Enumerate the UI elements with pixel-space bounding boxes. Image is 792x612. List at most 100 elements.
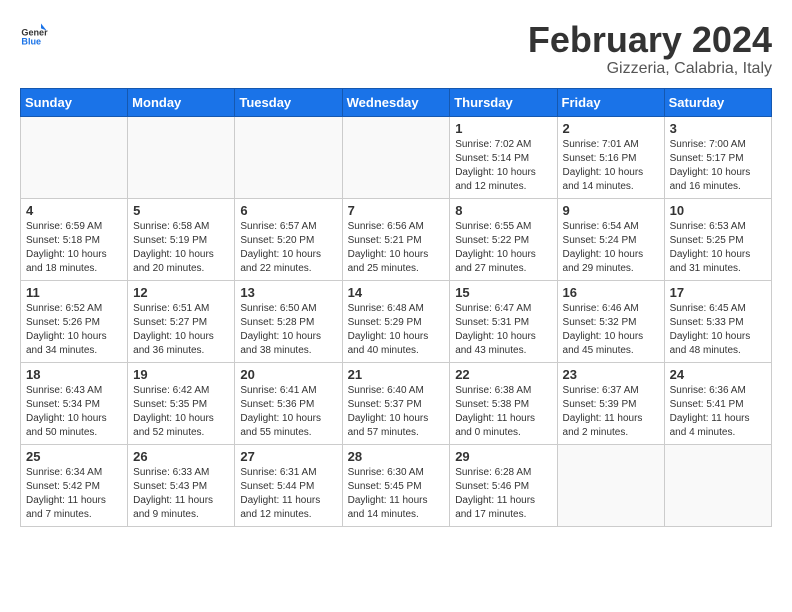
day-number: 20 bbox=[240, 367, 336, 382]
svg-text:Blue: Blue bbox=[21, 37, 41, 47]
day-number: 24 bbox=[670, 367, 766, 382]
day-info: Sunrise: 6:51 AMSunset: 5:27 PMDaylight:… bbox=[133, 302, 229, 358]
col-monday: Monday bbox=[128, 88, 235, 116]
main-title: February 2024 bbox=[528, 20, 772, 60]
day-info: Sunrise: 7:01 AMSunset: 5:16 PMDaylight:… bbox=[563, 138, 659, 194]
day-number: 14 bbox=[348, 285, 445, 300]
day-info: Sunrise: 6:57 AMSunset: 5:20 PMDaylight:… bbox=[240, 220, 336, 276]
day-number: 29 bbox=[455, 449, 551, 464]
table-cell: 16 Sunrise: 6:46 AMSunset: 5:32 PMDayligh… bbox=[557, 280, 664, 362]
day-info: Sunrise: 6:53 AMSunset: 5:25 PMDaylight:… bbox=[670, 220, 766, 276]
calendar-week-2: 4Sunrise: 6:59 AMSunset: 5:18 PMDaylight… bbox=[21, 198, 772, 280]
day-number: 23 bbox=[563, 367, 659, 382]
table-cell: 21 Sunrise: 6:40 AMSunset: 5:37 PMDayligh… bbox=[342, 362, 450, 444]
day-number: 11 bbox=[26, 285, 122, 300]
day-info: Sunrise: 6:37 AMSunset: 5:39 PMDaylight:… bbox=[563, 384, 659, 440]
table-cell bbox=[557, 444, 664, 526]
day-number: 22 bbox=[455, 367, 551, 382]
table-cell: 25 Sunrise: 6:34 AMSunset: 5:42 PMDayligh… bbox=[21, 444, 128, 526]
table-cell: 2 Sunrise: 7:01 AMSunset: 5:16 PMDaylight… bbox=[557, 116, 664, 198]
table-cell bbox=[128, 116, 235, 198]
day-info: Sunrise: 6:50 AMSunset: 5:28 PMDaylight:… bbox=[240, 302, 336, 358]
table-cell: 20 Sunrise: 6:41 AMSunset: 5:36 PMDayligh… bbox=[235, 362, 342, 444]
table-cell bbox=[235, 116, 342, 198]
calendar-header-row: Sunday Monday Tuesday Wednesday Thursday… bbox=[21, 88, 772, 116]
col-wednesday: Wednesday bbox=[342, 88, 450, 116]
day-number: 27 bbox=[240, 449, 336, 464]
day-info: Sunrise: 6:38 AMSunset: 5:38 PMDaylight:… bbox=[455, 384, 551, 440]
day-info: Sunrise: 6:56 AMSunset: 5:21 PMDaylight:… bbox=[348, 220, 445, 276]
table-cell: 4Sunrise: 6:59 AMSunset: 5:18 PMDaylight… bbox=[21, 198, 128, 280]
day-number: 5 bbox=[133, 203, 229, 218]
day-info: Sunrise: 6:46 AMSunset: 5:32 PMDaylight:… bbox=[563, 302, 659, 358]
day-info: Sunrise: 6:34 AMSunset: 5:42 PMDaylight:… bbox=[26, 466, 122, 522]
table-cell: 5 Sunrise: 6:58 AMSunset: 5:19 PMDaylight… bbox=[128, 198, 235, 280]
day-number: 25 bbox=[26, 449, 122, 464]
day-info: Sunrise: 6:43 AMSunset: 5:34 PMDaylight:… bbox=[26, 384, 122, 440]
table-cell: 8Sunrise: 6:55 AMSunset: 5:22 PMDaylight… bbox=[450, 198, 557, 280]
table-cell: 22 Sunrise: 6:38 AMSunset: 5:38 PMDayligh… bbox=[450, 362, 557, 444]
day-number: 26 bbox=[133, 449, 229, 464]
logo-icon: General Blue bbox=[20, 20, 48, 48]
table-cell: 23 Sunrise: 6:37 AMSunset: 5:39 PMDayligh… bbox=[557, 362, 664, 444]
day-number: 13 bbox=[240, 285, 336, 300]
calendar-week-5: 25 Sunrise: 6:34 AMSunset: 5:42 PMDayligh… bbox=[21, 444, 772, 526]
table-cell: 9 Sunrise: 6:54 AMSunset: 5:24 PMDaylight… bbox=[557, 198, 664, 280]
day-number: 6 bbox=[240, 203, 336, 218]
table-cell: 12 Sunrise: 6:51 AMSunset: 5:27 PMDayligh… bbox=[128, 280, 235, 362]
table-cell: 18 Sunrise: 6:43 AMSunset: 5:34 PMDayligh… bbox=[21, 362, 128, 444]
calendar-table: Sunday Monday Tuesday Wednesday Thursday… bbox=[20, 88, 772, 527]
col-saturday: Saturday bbox=[664, 88, 771, 116]
day-info: Sunrise: 6:52 AMSunset: 5:26 PMDaylight:… bbox=[26, 302, 122, 358]
table-cell: 14 Sunrise: 6:48 AMSunset: 5:29 PMDayligh… bbox=[342, 280, 450, 362]
day-number: 8 bbox=[455, 203, 551, 218]
day-number: 15 bbox=[455, 285, 551, 300]
day-info: Sunrise: 7:02 AMSunset: 5:14 PMDaylight:… bbox=[455, 138, 551, 194]
day-number: 3 bbox=[670, 121, 766, 136]
day-info: Sunrise: 6:54 AMSunset: 5:24 PMDaylight:… bbox=[563, 220, 659, 276]
day-number: 9 bbox=[563, 203, 659, 218]
day-number: 21 bbox=[348, 367, 445, 382]
day-number: 18 bbox=[26, 367, 122, 382]
table-cell: 3 Sunrise: 7:00 AMSunset: 5:17 PMDaylight… bbox=[664, 116, 771, 198]
table-cell: 29 Sunrise: 6:28 AMSunset: 5:46 PMDayligh… bbox=[450, 444, 557, 526]
day-info: Sunrise: 6:33 AMSunset: 5:43 PMDaylight:… bbox=[133, 466, 229, 522]
day-info: Sunrise: 6:45 AMSunset: 5:33 PMDaylight:… bbox=[670, 302, 766, 358]
table-cell: 6 Sunrise: 6:57 AMSunset: 5:20 PMDaylight… bbox=[235, 198, 342, 280]
table-cell: 17 Sunrise: 6:45 AMSunset: 5:33 PMDayligh… bbox=[664, 280, 771, 362]
day-info: Sunrise: 6:28 AMSunset: 5:46 PMDaylight:… bbox=[455, 466, 551, 522]
day-info: Sunrise: 6:40 AMSunset: 5:37 PMDaylight:… bbox=[348, 384, 445, 440]
col-sunday: Sunday bbox=[21, 88, 128, 116]
table-cell: 7 Sunrise: 6:56 AMSunset: 5:21 PMDaylight… bbox=[342, 198, 450, 280]
day-number: 10 bbox=[670, 203, 766, 218]
table-cell: 1 Sunrise: 7:02 AMSunset: 5:14 PMDaylight… bbox=[450, 116, 557, 198]
calendar-week-4: 18 Sunrise: 6:43 AMSunset: 5:34 PMDayligh… bbox=[21, 362, 772, 444]
calendar-week-1: 1 Sunrise: 7:02 AMSunset: 5:14 PMDaylight… bbox=[21, 116, 772, 198]
col-thursday: Thursday bbox=[450, 88, 557, 116]
day-number: 7 bbox=[348, 203, 445, 218]
day-info: Sunrise: 6:48 AMSunset: 5:29 PMDaylight:… bbox=[348, 302, 445, 358]
day-number: 2 bbox=[563, 121, 659, 136]
table-cell bbox=[21, 116, 128, 198]
table-cell: 24Sunrise: 6:36 AMSunset: 5:41 PMDayligh… bbox=[664, 362, 771, 444]
day-number: 17 bbox=[670, 285, 766, 300]
day-number: 16 bbox=[563, 285, 659, 300]
day-number: 12 bbox=[133, 285, 229, 300]
day-info: Sunrise: 6:58 AMSunset: 5:19 PMDaylight:… bbox=[133, 220, 229, 276]
day-info: Sunrise: 7:00 AMSunset: 5:17 PMDaylight:… bbox=[670, 138, 766, 194]
table-cell: 27Sunrise: 6:31 AMSunset: 5:44 PMDayligh… bbox=[235, 444, 342, 526]
day-info: Sunrise: 6:41 AMSunset: 5:36 PMDaylight:… bbox=[240, 384, 336, 440]
table-cell bbox=[342, 116, 450, 198]
table-cell bbox=[664, 444, 771, 526]
calendar-week-3: 11 Sunrise: 6:52 AMSunset: 5:26 PMDayligh… bbox=[21, 280, 772, 362]
col-friday: Friday bbox=[557, 88, 664, 116]
logo: General Blue bbox=[20, 20, 48, 48]
day-number: 19 bbox=[133, 367, 229, 382]
table-cell: 26 Sunrise: 6:33 AMSunset: 5:43 PMDayligh… bbox=[128, 444, 235, 526]
table-cell: 11 Sunrise: 6:52 AMSunset: 5:26 PMDayligh… bbox=[21, 280, 128, 362]
table-cell: 19Sunrise: 6:42 AMSunset: 5:35 PMDayligh… bbox=[128, 362, 235, 444]
day-number: 28 bbox=[348, 449, 445, 464]
day-number: 1 bbox=[455, 121, 551, 136]
col-tuesday: Tuesday bbox=[235, 88, 342, 116]
day-number: 4 bbox=[26, 203, 122, 218]
